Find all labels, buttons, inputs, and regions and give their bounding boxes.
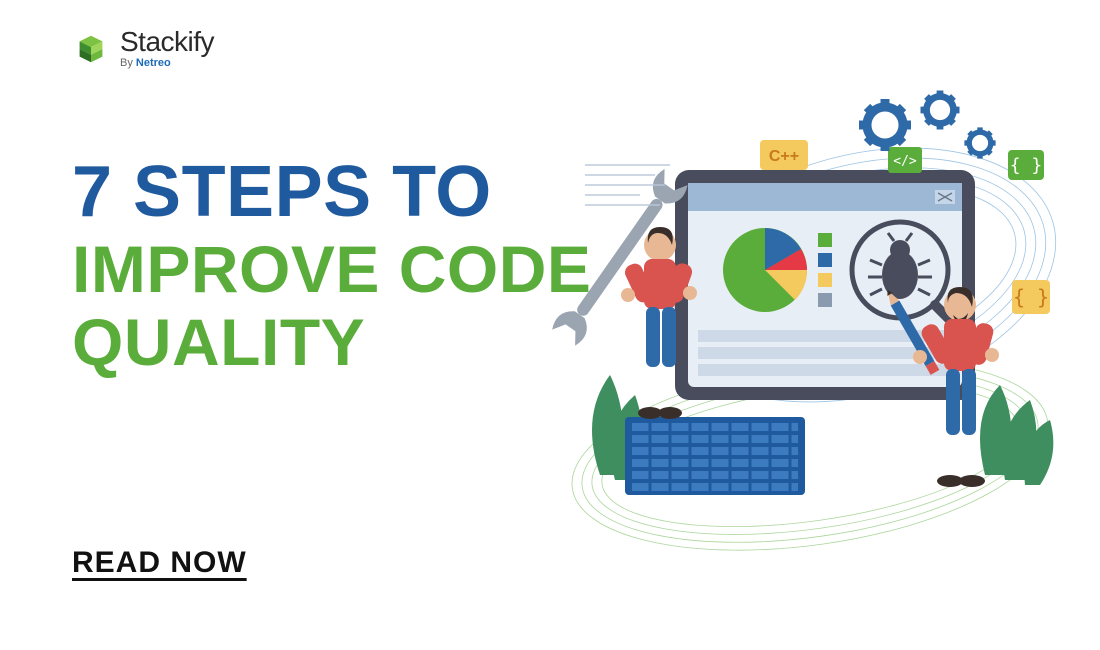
headline: 7 STEPS TO IMPROVE CODE QUALITY (72, 155, 591, 377)
headline-line-2b: QUALITY (72, 308, 591, 377)
brand-text: Stackify By Netreo (120, 28, 214, 69)
brand-byline: By Netreo (120, 58, 214, 69)
read-now-link[interactable]: READ NOW (72, 546, 247, 580)
keyboard-icon (625, 417, 805, 495)
leaf-right-icon (980, 385, 1053, 485)
braces-badge-green-icon: { } (1008, 150, 1044, 180)
stackify-logo-icon (72, 30, 110, 68)
braces-badge-orange-icon: { } (1012, 280, 1050, 314)
headline-line-2a: IMPROVE CODE (72, 235, 591, 304)
svg-text:{ }: { } (1013, 285, 1049, 309)
svg-text:C++: C++ (769, 148, 799, 165)
headline-line-1: 7 STEPS TO (72, 155, 591, 231)
brand-name: Stackify (120, 28, 214, 56)
cpp-badge-icon: C++ (760, 140, 808, 170)
svg-text:{ }: { } (1010, 155, 1043, 176)
code-badge-icon: </> (893, 154, 917, 169)
pie-chart-icon (723, 228, 807, 312)
brand-logo: Stackify By Netreo (72, 28, 214, 69)
hero-illustration: </> (540, 55, 1080, 595)
